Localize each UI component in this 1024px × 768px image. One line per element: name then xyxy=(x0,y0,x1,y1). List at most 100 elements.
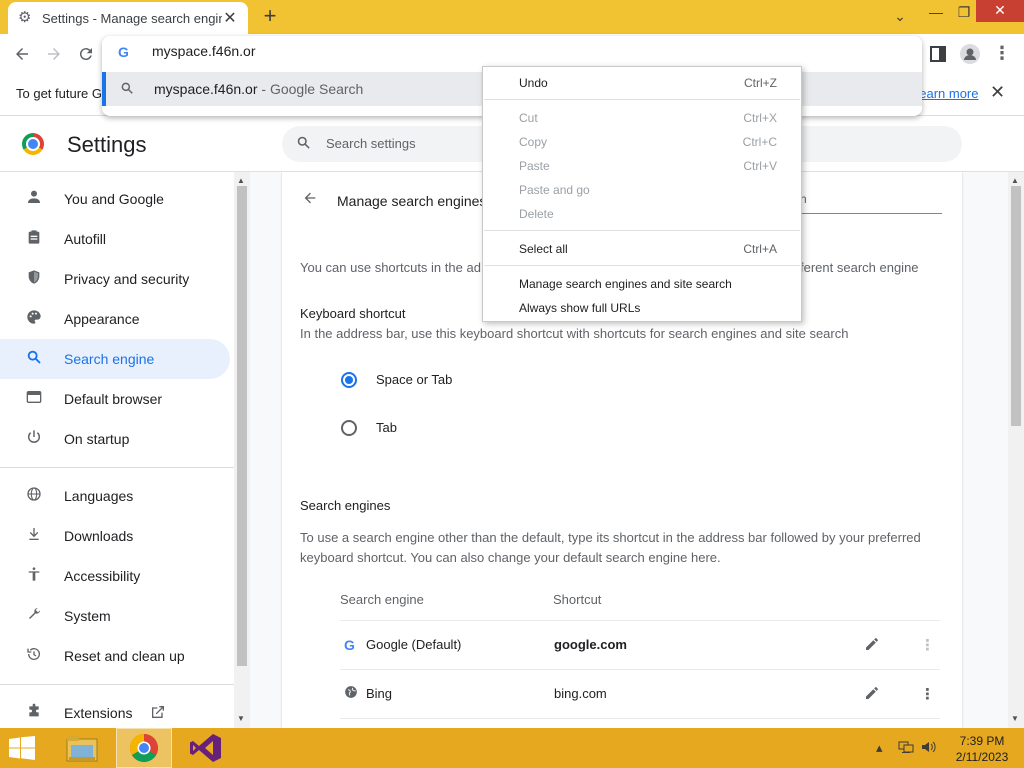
close-window-button[interactable]: ✕ xyxy=(976,0,1024,22)
menu-item-paste[interactable]: Paste Ctrl+V xyxy=(483,155,801,177)
more-vert-icon[interactable]: ⋮ xyxy=(920,685,935,703)
sidebar-scrollbar[interactable]: ▲ ▼ xyxy=(234,172,250,728)
back-button[interactable] xyxy=(8,40,36,68)
sidebar-divider xyxy=(0,467,234,468)
taskbar-chrome[interactable] xyxy=(116,728,172,768)
taskbar-file-explorer[interactable] xyxy=(54,728,110,768)
menu-item-undo[interactable]: Undo Ctrl+Z xyxy=(483,72,801,94)
avatar-icon xyxy=(960,44,980,64)
sidebar-item-autofill[interactable]: Autofill xyxy=(0,219,230,259)
menu-item-delete[interactable]: Delete xyxy=(483,203,801,225)
side-panel-button[interactable] xyxy=(924,40,952,68)
tab-close-button[interactable]: ✕ xyxy=(222,8,238,28)
address-bar-input[interactable]: myspace.f46n.or xyxy=(152,43,256,59)
show-hidden-icons[interactable]: ▴ xyxy=(876,740,883,756)
menu-item-cut[interactable]: Cut Ctrl+X xyxy=(483,107,801,129)
more-vert-icon[interactable]: ⋮ xyxy=(920,636,935,654)
radio-tab[interactable] xyxy=(341,420,357,436)
scroll-up-arrow-icon[interactable]: ▲ xyxy=(1011,176,1019,185)
menu-separator xyxy=(484,265,800,266)
menu-item-shortcut: Ctrl+V xyxy=(743,159,777,173)
sidebar-item-label: Default browser xyxy=(64,391,163,407)
sidebar-item-accessibility[interactable]: Accessibility xyxy=(0,556,230,596)
sidebar-item-default-browser[interactable]: Default browser xyxy=(0,379,230,419)
reload-icon xyxy=(79,48,92,61)
suggestion-query: myspace.f46n.or xyxy=(154,81,258,97)
keyboard-shortcut-heading: Keyboard shortcut xyxy=(300,306,406,321)
tab-search-button[interactable]: ⌄ xyxy=(882,4,918,30)
search-icon xyxy=(296,135,311,154)
search-engines-search-input[interactable]: rch xyxy=(782,192,942,214)
volume-icon[interactable] xyxy=(921,740,937,757)
back-arrow-icon[interactable] xyxy=(302,190,318,211)
sidebar-item-label: Appearance xyxy=(64,311,140,327)
reload-button[interactable] xyxy=(72,40,100,68)
tab-strip: ⚙ Settings - Manage search engine ✕ + ⌄ … xyxy=(0,0,1024,34)
menu-item-shortcut: Ctrl+Z xyxy=(744,76,777,90)
puzzle-icon xyxy=(24,703,44,723)
sidebar-item-search-engine[interactable]: Search engine xyxy=(0,339,230,379)
chrome-menu-button[interactable]: ⋮ xyxy=(988,40,1016,68)
sidebar-item-appearance[interactable]: Appearance xyxy=(0,299,230,339)
taskbar-visual-studio[interactable] xyxy=(178,728,234,768)
search-engines-desc-line2: keyboard shortcut. You can also change y… xyxy=(300,550,721,565)
profile-button[interactable] xyxy=(956,40,984,68)
download-icon xyxy=(24,526,44,546)
sidebar-item-system[interactable]: System xyxy=(0,596,230,636)
tab-settings[interactable]: ⚙ Settings - Manage search engine ✕ xyxy=(8,2,248,34)
sidebar-item-label: Privacy and security xyxy=(64,271,190,287)
menu-item-copy[interactable]: Copy Ctrl+C xyxy=(483,131,801,153)
sidebar-item-privacy[interactable]: Privacy and security xyxy=(0,259,230,299)
tab-title: Settings - Manage search engine xyxy=(42,10,222,26)
engine-name: Bing xyxy=(366,686,393,701)
scroll-down-arrow-icon[interactable]: ▼ xyxy=(1011,714,1019,723)
suggestion-suffix: - Google Search xyxy=(257,81,364,97)
sidebar-item-languages[interactable]: Languages xyxy=(0,476,230,516)
engine-name: Google (Default) xyxy=(366,637,462,652)
column-header-shortcut: Shortcut xyxy=(553,592,602,607)
sidebar-item-label: Accessibility xyxy=(64,568,141,584)
edit-pencil-icon[interactable] xyxy=(864,636,880,656)
forward-button[interactable] xyxy=(40,40,68,68)
sidebar-item-on-startup[interactable]: On startup xyxy=(0,419,230,459)
menu-item-paste-and-go[interactable]: Paste and go xyxy=(483,179,801,201)
sidebar-item-label: Autofill xyxy=(64,231,107,247)
scroll-up-arrow-icon[interactable]: ▲ xyxy=(237,176,245,185)
menu-item-select-all[interactable]: Select all Ctrl+A xyxy=(483,238,801,260)
person-icon xyxy=(24,189,44,209)
clock-date[interactable]: 2/11/2023 xyxy=(950,750,1014,764)
menu-item-label: Always show full URLs xyxy=(519,301,641,315)
radio-space-or-tab[interactable] xyxy=(341,372,357,388)
menu-item-shortcut: Ctrl+X xyxy=(743,111,777,125)
menu-item-label: Manage search engines and site search xyxy=(519,277,732,291)
main-scroll-thumb[interactable] xyxy=(1011,186,1021,426)
radio-space-or-tab-label: Space or Tab xyxy=(376,372,453,387)
close-icon[interactable]: ✕ xyxy=(990,82,1005,103)
menu-item-show-full-urls[interactable]: Always show full URLs xyxy=(483,297,801,319)
main-scrollbar[interactable]: ▲ ▼ xyxy=(1008,172,1024,728)
new-tab-button[interactable]: + xyxy=(259,5,281,28)
edit-pencil-icon[interactable] xyxy=(864,685,880,705)
menu-item-label: Paste xyxy=(519,159,550,173)
sidebar: You and Google Autofill Privacy and secu… xyxy=(0,172,234,728)
scroll-down-arrow-icon[interactable]: ▼ xyxy=(237,714,245,723)
menu-item-shortcut: Ctrl+A xyxy=(743,242,777,256)
google-g-icon: G xyxy=(344,637,355,653)
network-icon[interactable] xyxy=(898,740,914,757)
wrench-icon xyxy=(24,606,44,626)
sidebar-item-extensions[interactable]: Extensions xyxy=(0,693,230,728)
menu-item-manage-search-engines[interactable]: Manage search engines and site search xyxy=(483,273,801,295)
start-button[interactable] xyxy=(8,736,38,762)
taskbar: ▴ 7:39 PM 2/11/2023 xyxy=(0,728,1024,768)
intro-text: You can use shortcuts in the ad xyxy=(300,260,481,275)
search-icon xyxy=(24,349,44,369)
sidebar-scroll-thumb[interactable] xyxy=(237,186,247,666)
sidebar-item-downloads[interactable]: Downloads xyxy=(0,516,230,556)
sidebar-item-you-and-google[interactable]: You and Google xyxy=(0,179,230,219)
arrow-right-icon xyxy=(48,48,60,60)
menu-item-label: Select all xyxy=(519,242,568,256)
accessibility-icon xyxy=(24,566,44,586)
clock-time[interactable]: 7:39 PM xyxy=(954,734,1010,748)
sidebar-item-reset[interactable]: Reset and clean up xyxy=(0,636,230,676)
radio-tab-label: Tab xyxy=(376,420,397,435)
